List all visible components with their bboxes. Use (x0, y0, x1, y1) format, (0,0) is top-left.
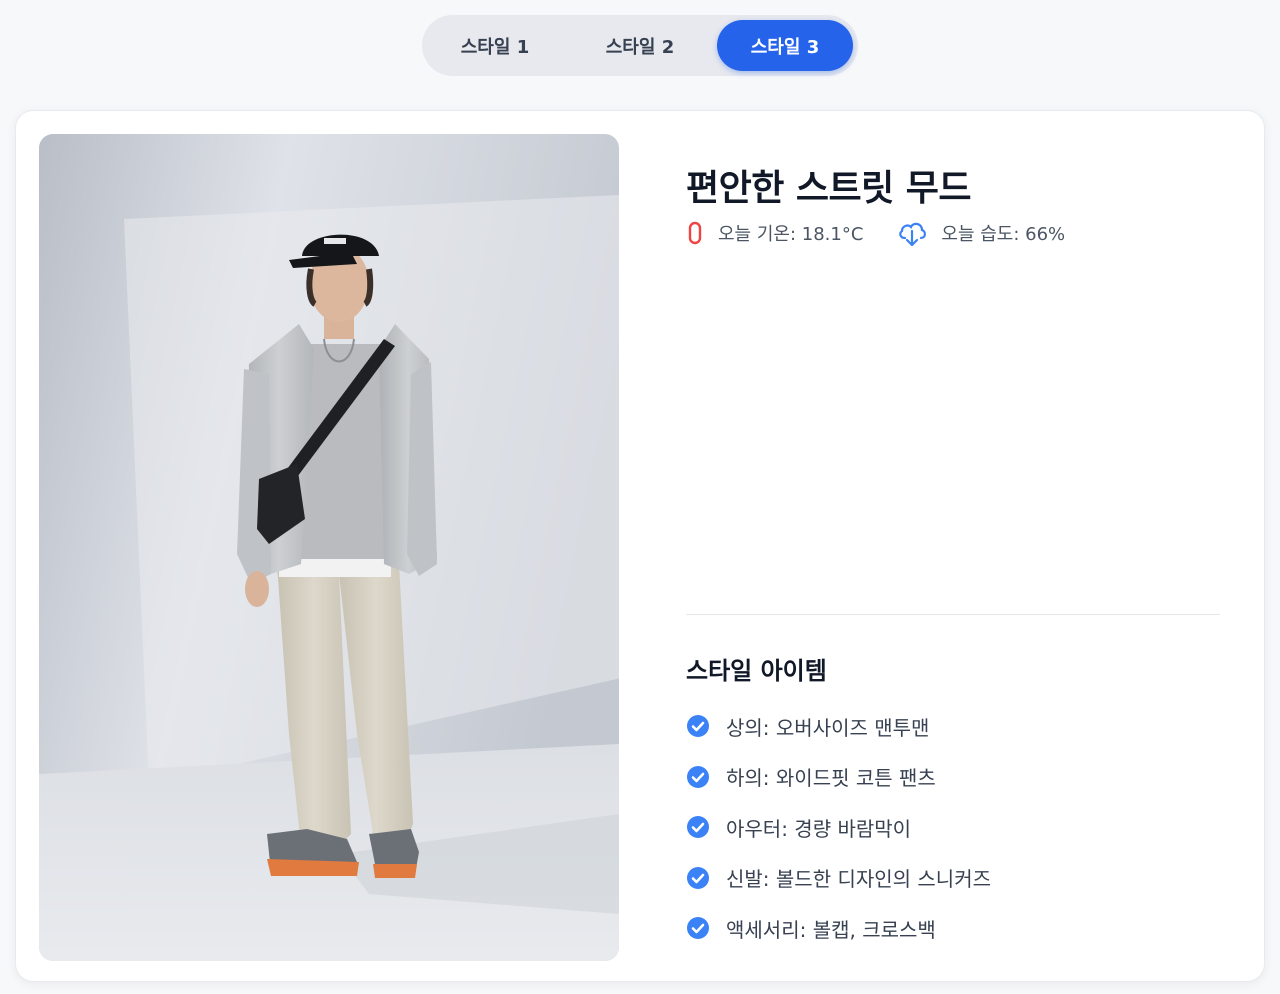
outfit-photo (39, 134, 619, 961)
item-text: 하의: 와이드핏 코튼 팬츠 (726, 766, 936, 791)
list-item: 하의: 와이드핏 코튼 팬츠 (686, 752, 991, 803)
check-circle-icon (687, 816, 709, 839)
list-item: 아우터: 경량 바람막이 (686, 802, 991, 853)
check-circle-icon (687, 765, 709, 788)
thermometer-icon (688, 221, 702, 245)
humidity-info: 오늘 습도: 66% (897, 219, 1065, 247)
tab-style-2[interactable]: 스타일 2 (572, 20, 708, 71)
humidity-text: 오늘 습도: 66% (941, 224, 1066, 245)
item-text: 액세서리: 볼캡, 크로스백 (726, 917, 936, 942)
item-text: 아우터: 경량 바람막이 (726, 816, 912, 841)
temperature-text: 오늘 기온: 18.1°C (718, 224, 864, 245)
style-tabs: 스타일 1 스타일 2 스타일 3 (422, 15, 858, 76)
list-item: 액세서리: 볼캡, 크로스백 (686, 903, 991, 954)
weather-info: 오늘 기온: 18.1°C 오늘 습도: 66% (686, 219, 1099, 247)
check-circle-icon (687, 715, 709, 738)
temperature-info: 오늘 기온: 18.1°C (686, 220, 863, 246)
page-title: 편안한 스트릿 무드 (686, 168, 972, 209)
check-circle-icon (687, 866, 709, 889)
style-items-heading: 스타일 아이템 (686, 657, 827, 685)
check-circle-icon (687, 917, 709, 940)
cloud-download-icon (899, 222, 927, 247)
tab-style-3[interactable]: 스타일 3 (717, 20, 853, 71)
list-item: 상의: 오버사이즈 맨투맨 (686, 701, 991, 752)
list-item: 신발: 볼드한 디자인의 스니커즈 (686, 853, 991, 904)
item-text: 상의: 오버사이즈 맨투맨 (726, 715, 930, 740)
style-card: 편안한 스트릿 무드 오늘 기온: 18.1°C 오늘 습도: 66% 스타일 … (15, 110, 1265, 982)
divider (686, 614, 1220, 615)
style-items-list: 상의: 오버사이즈 맨투맨 하의: 와이드핏 코튼 팬츠 아우터: 경량 바람막… (686, 701, 991, 954)
item-text: 신발: 볼드한 디자인의 스니커즈 (726, 867, 992, 892)
tab-style-1[interactable]: 스타일 1 (427, 20, 563, 71)
